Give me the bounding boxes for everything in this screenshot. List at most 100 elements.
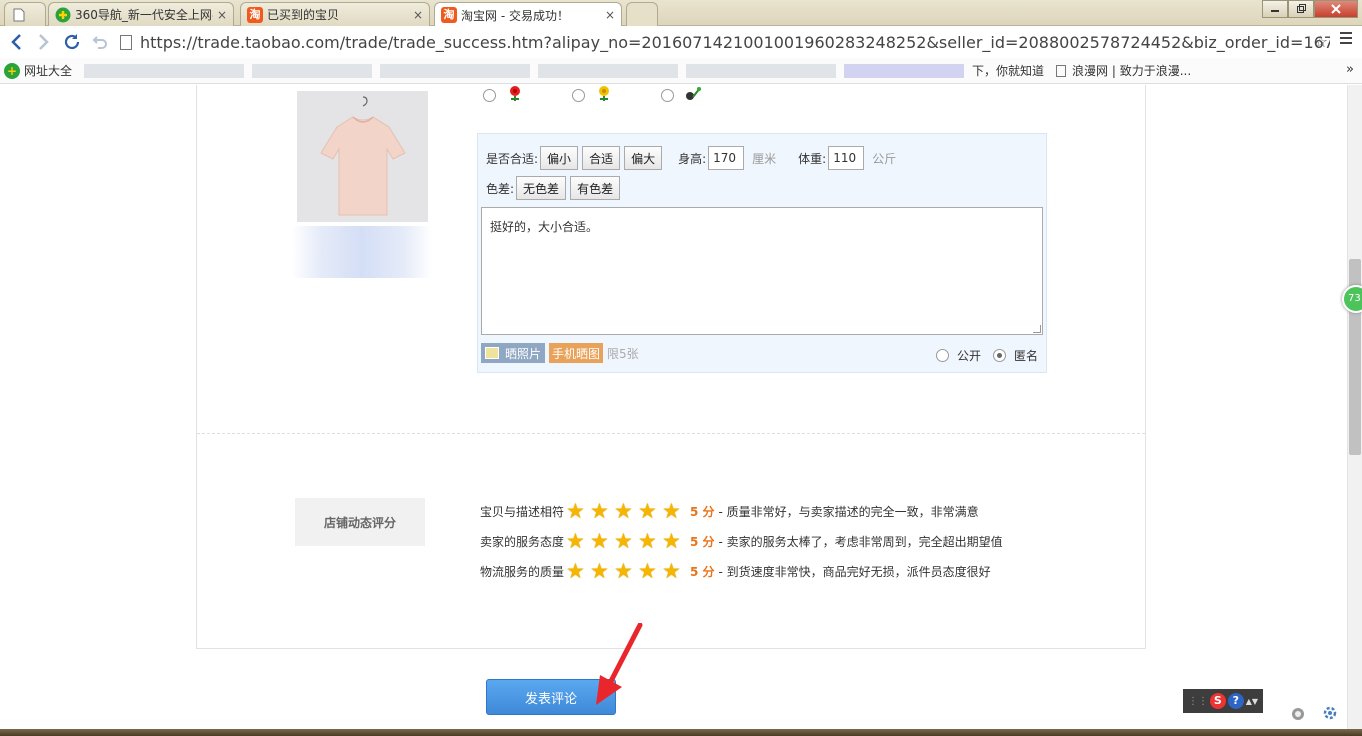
star-icon[interactable]: ★	[614, 529, 638, 553]
image-icon	[485, 347, 499, 359]
height-unit: 厘米	[752, 151, 777, 166]
drag-handle-icon[interactable]: ⋮⋮	[1188, 696, 1208, 707]
back-icon[interactable]	[2, 28, 30, 56]
photo-row: 晒照片 手机晒图 限5张	[481, 343, 639, 363]
radio-good[interactable]	[483, 88, 496, 102]
bookmark-url-directory[interactable]: + 网址大全	[0, 62, 72, 79]
radio-anonymous[interactable]	[992, 349, 1006, 362]
star-icon[interactable]: ★	[590, 559, 614, 583]
menu-icon[interactable]	[1340, 30, 1352, 49]
fit-large-button[interactable]: 偏大	[624, 146, 663, 170]
photo-limit: 限5张	[607, 346, 639, 361]
radio-bad[interactable]	[661, 88, 674, 102]
review-panel: 是否合适: 偏小 合适 偏大 身高: 170 厘米 体重: 110 公斤 色差:…	[196, 85, 1146, 649]
address-bar[interactable]: https://trade.taobao.com/trade/trade_suc…	[120, 30, 1330, 54]
bookmark-star-icon[interactable]: ☆	[1314, 32, 1328, 51]
radio-public[interactable]	[935, 349, 949, 362]
section-divider	[197, 433, 1145, 434]
weight-input[interactable]: 110	[828, 146, 865, 170]
star-icon[interactable]: ★	[590, 499, 614, 523]
star-icon[interactable]: ★	[638, 559, 662, 583]
wilted-flower-icon	[684, 85, 702, 105]
resize-handle[interactable]	[1033, 325, 1041, 333]
blurred-bookmarks	[84, 63, 245, 78]
dsr-label: 物流服务的质量	[480, 564, 565, 579]
star-icon[interactable]: ★	[638, 499, 662, 523]
upload-photo-label: 晒照片	[505, 346, 542, 361]
close-icon[interactable]: ×	[413, 8, 423, 22]
fit-row: 是否合适: 偏小 合适 偏大 身高: 170 厘米 体重: 110 公斤	[486, 146, 918, 170]
dsr-title: 店铺动态评分	[295, 498, 425, 546]
height-input[interactable]: 170	[708, 146, 745, 170]
dsr-score: 5 分	[690, 564, 715, 579]
star-icon[interactable]: ★	[662, 529, 686, 553]
taobao-icon: 淘	[247, 6, 263, 23]
privacy-options: 公开 匿名	[935, 347, 1038, 364]
tab-360-nav[interactable]: 360导航_新一代安全上网导 ×	[48, 2, 234, 26]
page-icon	[120, 34, 132, 50]
settings-icon[interactable]	[1322, 705, 1338, 725]
star-icon[interactable]: ★	[566, 559, 590, 583]
blurred-bookmarks	[380, 63, 531, 78]
star-icon[interactable]: ★	[662, 559, 686, 583]
rating-good[interactable]	[483, 85, 524, 105]
star-icon[interactable]: ★	[590, 529, 614, 553]
taobao-icon: 淘	[441, 7, 457, 23]
star-icon[interactable]: ★	[662, 499, 686, 523]
window-controls	[1262, 0, 1358, 18]
os-taskbar	[0, 729, 1362, 736]
has-color-diff-button[interactable]: 有色差	[570, 176, 621, 200]
star-icon[interactable]: ★	[638, 529, 662, 553]
vertical-scrollbar[interactable]: 73	[1342, 85, 1362, 729]
fit-right-button[interactable]: 合适	[582, 146, 621, 170]
color-row: 色差: 无色差 有色差	[486, 176, 624, 200]
sogou-icon[interactable]: S	[1209, 693, 1226, 709]
star-icon[interactable]: ★	[614, 499, 638, 523]
product-image[interactable]	[297, 91, 428, 222]
more-bookmarks-icon[interactable]: »	[1346, 62, 1354, 77]
blurred-bookmarks	[252, 63, 373, 78]
tab-title: 已买到的宝贝	[267, 8, 340, 22]
tab-trade-success[interactable]: 淘 淘宝网 - 交易成功！ ×	[434, 2, 622, 27]
star-rating[interactable]: ★ ★ ★ ★ ★	[566, 529, 690, 553]
anonymous-label: 匿名	[1013, 349, 1038, 363]
mobile-photo-button[interactable]: 手机晒图	[549, 343, 604, 363]
minimize-icon[interactable]	[1262, 0, 1288, 18]
undo-icon[interactable]	[86, 28, 114, 56]
star-icon[interactable]: ★	[566, 529, 590, 553]
help-icon[interactable]: ?	[1227, 693, 1244, 709]
close-window-icon[interactable]	[1314, 0, 1358, 18]
tab-bought-items[interactable]: 淘 已买到的宝贝 ×	[240, 2, 430, 26]
star-icon[interactable]: ★	[566, 499, 590, 523]
rating-neutral[interactable]	[572, 85, 613, 105]
close-icon[interactable]: ×	[217, 8, 227, 22]
star-rating[interactable]: ★ ★ ★ ★ ★	[566, 499, 690, 523]
star-rating[interactable]: ★ ★ ★ ★ ★	[566, 559, 690, 583]
upload-photo-button[interactable]: 晒照片	[481, 343, 546, 363]
tab-blank[interactable]	[4, 2, 46, 26]
bookmark-langman[interactable]: 浪漫网 | 致力于浪漫...	[1056, 62, 1191, 79]
dsr-row-service: 卖家的服务态度 ★ ★ ★ ★ ★ 5 分 - 卖家的服务太棒了，考虑非常周到，完全超出…	[480, 526, 1003, 556]
comment-textarea[interactable]: 挺好的，大小合适。	[481, 207, 1043, 335]
radio-neutral[interactable]	[572, 88, 585, 102]
ime-toolbar[interactable]: ⋮⋮ S ? ▲▼	[1183, 689, 1263, 713]
no-color-diff-button[interactable]: 无色差	[516, 176, 567, 200]
review-form: 是否合适: 偏小 合适 偏大 身高: 170 厘米 体重: 110 公斤 色差:…	[477, 133, 1047, 373]
fit-small-button[interactable]: 偏小	[540, 146, 579, 170]
bookmark-baidu[interactable]: 下，你就知道	[972, 62, 1044, 79]
feedback-icon[interactable]	[1290, 705, 1306, 725]
new-tab-button[interactable]	[626, 2, 658, 26]
comment-text: 挺好的，大小合适。	[490, 220, 599, 234]
forward-icon[interactable]	[30, 28, 58, 56]
height-label: 身高:	[678, 151, 707, 166]
close-icon[interactable]: ×	[605, 8, 615, 22]
side-float-badge[interactable]: 73	[1342, 285, 1362, 313]
restore-icon[interactable]	[1288, 0, 1314, 18]
dsr-desc: - 到货速度非常快，商品完好无损，派件员态度很好	[718, 564, 991, 579]
bookmark-label: 网址大全	[24, 64, 73, 78]
reload-icon[interactable]	[58, 28, 86, 56]
dsr-desc: - 质量非常好，与卖家描述的完全一致，非常满意	[718, 504, 979, 519]
chevron-down-icon[interactable]: ▲▼	[1246, 697, 1258, 706]
star-icon[interactable]: ★	[614, 559, 638, 583]
rating-bad[interactable]	[661, 85, 702, 105]
